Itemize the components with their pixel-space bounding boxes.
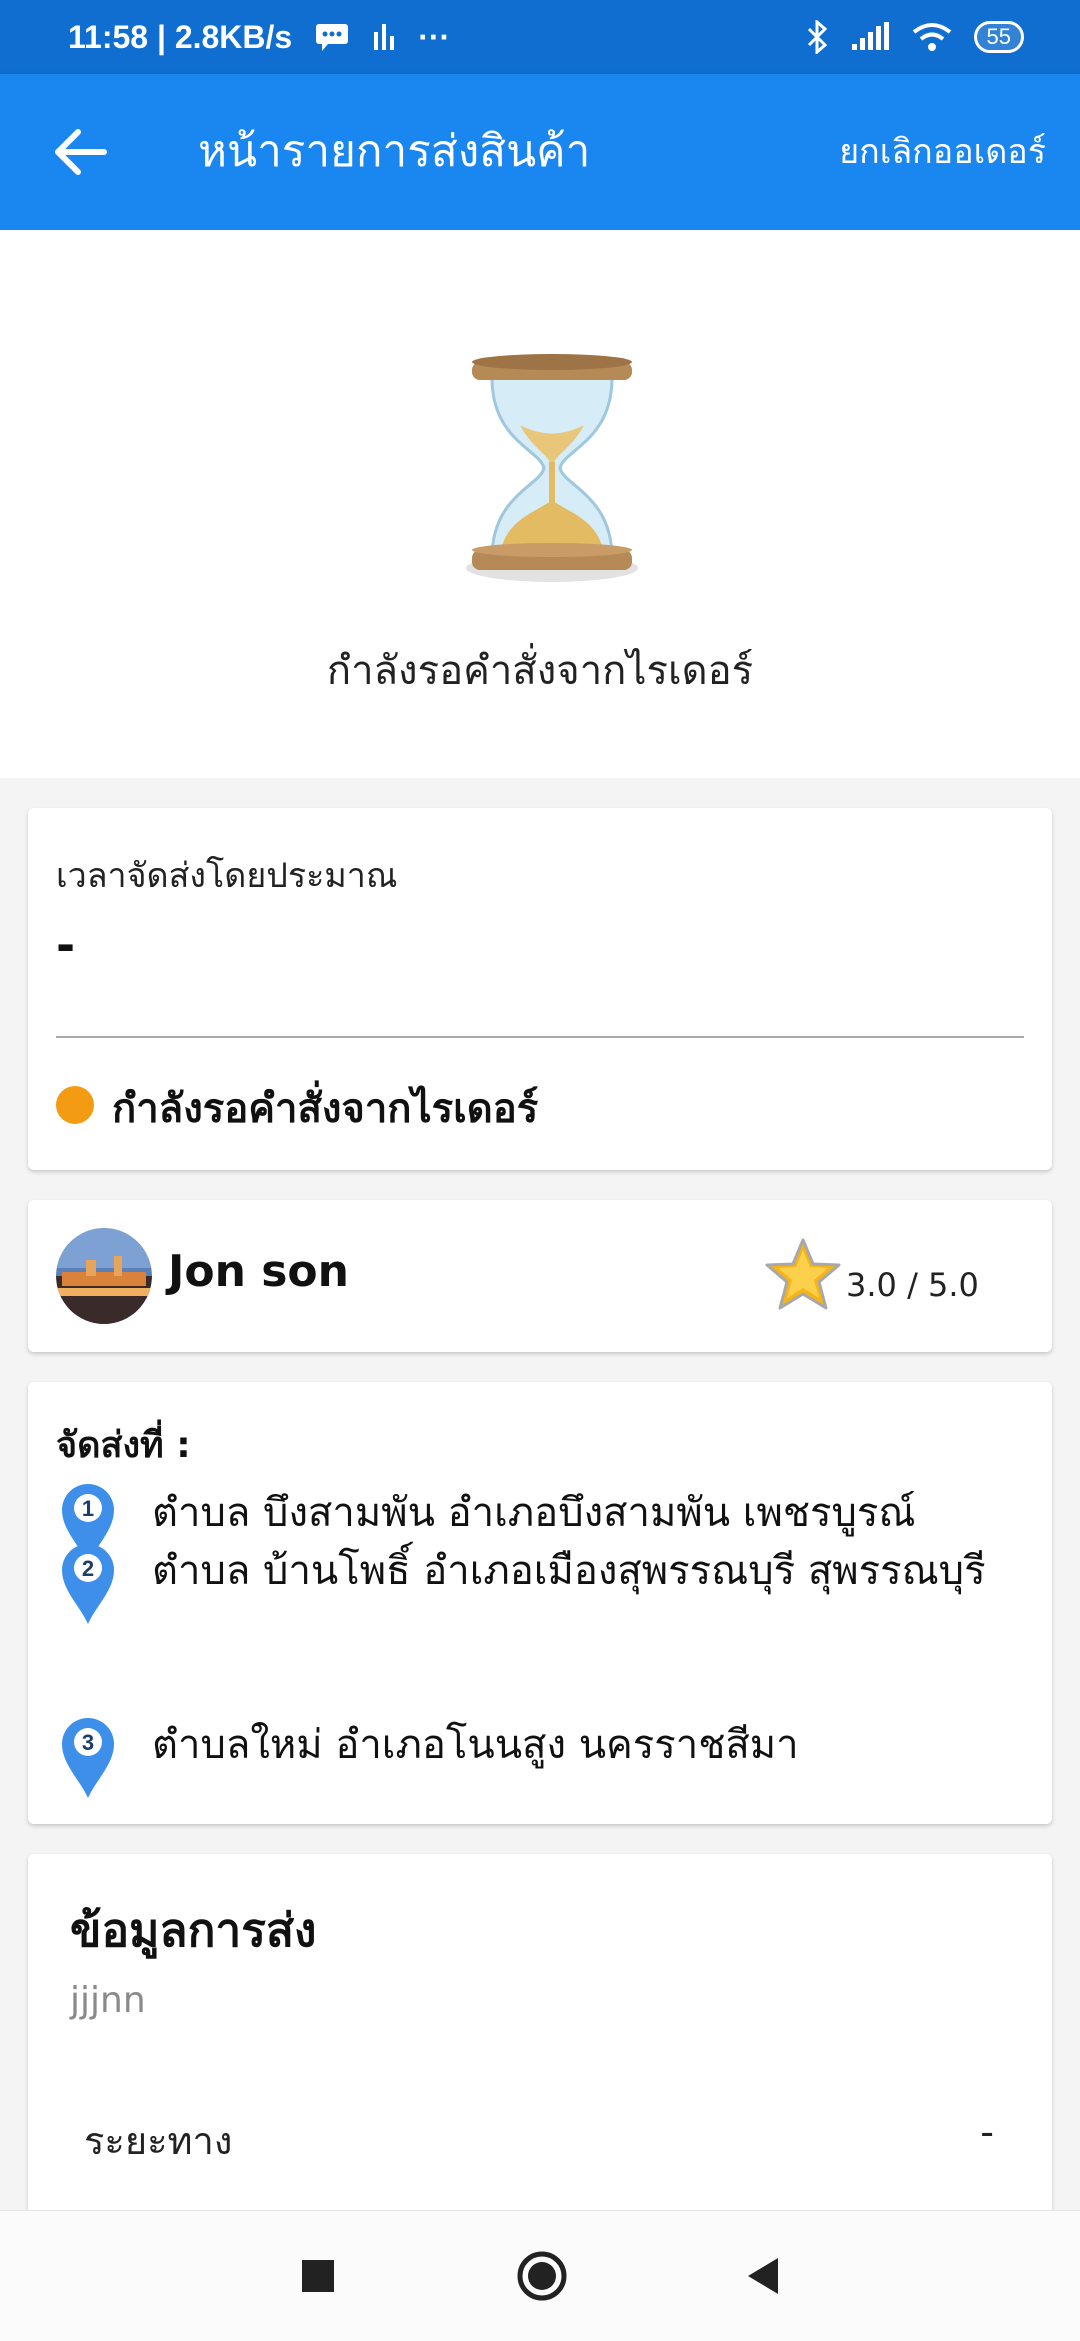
driver-card[interactable]: Jon son 3.0 / 5.0 (28, 1200, 1052, 1352)
driver-name: Jon son (168, 1246, 349, 1297)
cancel-order-button[interactable]: ยกเลิกออเดอร์ (839, 126, 1046, 178)
pin-number: 2 (82, 1556, 94, 1581)
system-nav-bar (0, 2210, 1080, 2341)
app-bar: หน้ารายการส่งสินค้า ยกเลิกออเดอร์ (0, 74, 1080, 230)
page-title: หน้ารายการส่งสินค้า (198, 126, 591, 177)
distance-label: ระยะทาง (84, 2119, 233, 2163)
destinations-label: จัดส่งที่ : (56, 1425, 191, 1466)
pin-number: 1 (82, 1496, 94, 1521)
distance-value: - (980, 2110, 994, 2154)
status-bar: 11:58 | 2.8KB/s ··· 55 (0, 0, 1080, 74)
delivery-note: jjjnn (70, 1980, 146, 2021)
destination-item: ตำบลใหม่ อำเภอโนนสูง นครราชสีมา (152, 1722, 799, 1768)
delivery-info-card: ข้อมูลการส่ง jjjnn ระยะทาง - (28, 1854, 1052, 2214)
status-right: 55 (806, 20, 1024, 54)
bluetooth-icon (807, 20, 827, 54)
message-icon (316, 24, 349, 51)
recents-square-icon[interactable] (286, 2244, 350, 2308)
location-pin-icon: 2 (62, 1544, 114, 1624)
battery-indicator: 55 (973, 21, 1024, 53)
activity-icon (374, 24, 395, 50)
divider (56, 1036, 1024, 1038)
back-triangle-icon[interactable] (732, 2244, 796, 2308)
more-icon: ··· (418, 18, 451, 55)
home-circle-icon[interactable] (510, 2244, 574, 2308)
status-time-speed: 11:58 | 2.8KB/s (68, 18, 293, 55)
eta-card: เวลาจัดส่งโดยประมาณ - กำลังรอคำสั่งจากไร… (28, 808, 1052, 1170)
order-status-text: กำลังรอคำสั่งจากไรเดอร์ (112, 1086, 539, 1132)
pin-number: 3 (82, 1730, 94, 1755)
status-left: 11:58 | 2.8KB/s ··· (68, 19, 450, 56)
driver-rating: 3.0 / 5.0 (846, 1266, 979, 1304)
waiting-message: กำลังรอคำสั่งจากไรเดอร์ (326, 648, 754, 694)
status-dot-icon (56, 1086, 94, 1124)
eta-value: - (56, 918, 76, 972)
hourglass-icon (466, 354, 638, 582)
waiting-section: กำลังรอคำสั่งจากไรเดอร์ (0, 230, 1080, 778)
location-pin-icon: 3 (62, 1718, 114, 1798)
delivery-info-title: ข้อมูลการส่ง (70, 1903, 317, 1957)
destination-item: ตำบล บ้านโพธิ์ อำเภอเมืองสุพรรณบุรี สุพร… (152, 1548, 986, 1594)
wifi-icon (912, 23, 951, 51)
star-icon (765, 1238, 841, 1310)
signal-icon (851, 22, 889, 50)
eta-label: เวลาจัดส่งโดยประมาณ (56, 856, 398, 896)
avatar (56, 1228, 152, 1324)
back-arrow-icon[interactable] (48, 120, 112, 184)
destinations-card: จัดส่งที่ : 1 ตำบล บึงสามพัน อำเภอบึงสาม… (28, 1382, 1052, 1824)
